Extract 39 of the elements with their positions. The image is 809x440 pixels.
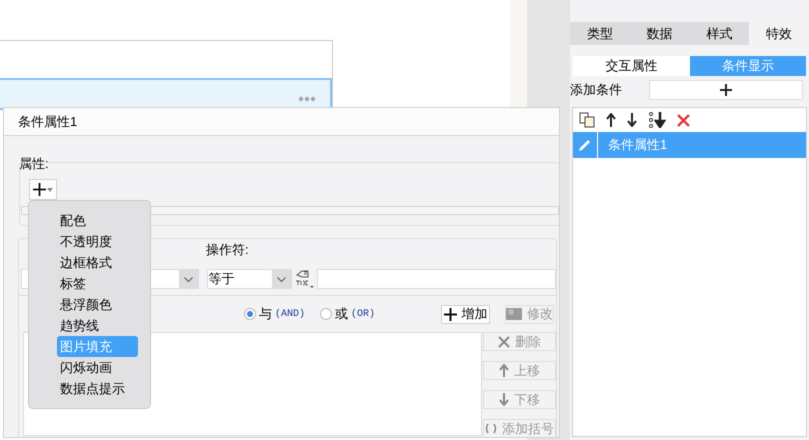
add-condition-label: 添加条件 [570, 81, 623, 100]
plus-icon [720, 84, 732, 96]
copy-icon[interactable] [579, 112, 595, 128]
chevron-down-icon [184, 276, 193, 282]
plus-icon [444, 308, 456, 320]
menu-item[interactable]: 不透明度 [57, 231, 138, 252]
menu-item[interactable]: 数据点提示 [57, 378, 138, 399]
menu-item[interactable]: 标签 [57, 273, 138, 294]
operator-label: 操作符: [206, 240, 249, 258]
logic-radio-option[interactable]: 或 (OR) [320, 304, 376, 324]
menu-item[interactable]: 悬浮颜色 [57, 294, 138, 315]
menu-item[interactable]: 边框格式 [57, 252, 138, 273]
add-property-button[interactable] [29, 179, 57, 200]
caret-icon [47, 188, 53, 192]
logic-radio-option[interactable]: 与 (AND) [244, 304, 306, 324]
value-input[interactable] [317, 269, 556, 289]
radio-button[interactable] [244, 308, 256, 320]
arrow-up-icon [499, 364, 509, 377]
add-button[interactable]: 增加 [441, 304, 490, 324]
dialog-title: 条件属性1 [18, 112, 78, 131]
radio-button[interactable] [320, 308, 332, 320]
arrow-down-icon[interactable] [627, 113, 637, 127]
menu-item[interactable]: 配色 [57, 210, 138, 231]
menu-item[interactable]: 趋势线 [57, 315, 138, 336]
arrow-up-icon[interactable] [606, 113, 616, 127]
plus-icon [33, 183, 46, 196]
brackets-icon [485, 423, 497, 434]
chevron-down-icon [276, 276, 286, 282]
panel-tab[interactable]: 特效 [749, 22, 809, 45]
close-icon[interactable] [677, 114, 690, 126]
close-icon [498, 336, 510, 348]
operator-select[interactable]: 等于 [206, 269, 292, 289]
menu-item[interactable]: 闪烁动画 [57, 357, 138, 378]
sub-tab[interactable]: 交互属性 [573, 56, 690, 76]
arrow-down-icon [499, 393, 509, 406]
value-type-icon[interactable] [294, 269, 316, 289]
move-bottom-icon[interactable] [648, 112, 666, 128]
pencil-icon[interactable] [578, 138, 592, 152]
operator-value: 等于 [208, 270, 235, 288]
